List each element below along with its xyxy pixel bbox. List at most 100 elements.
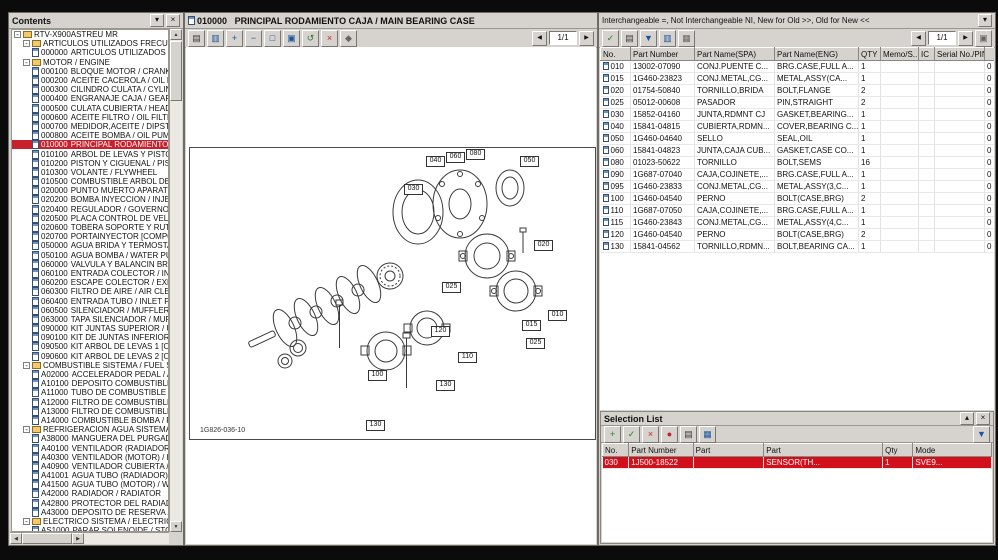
tree-item-A02000[interactable]: A02000ACCELERADOR PEDAL / ACCELE... <box>12 370 168 379</box>
tree-item-A41500[interactable]: A41500AGUA TUBO (MOTOR) / WATER ... <box>12 480 168 489</box>
tree-item-020700[interactable]: 020700PORTAINYECTOR [COMPONENT... <box>12 232 168 241</box>
tree-item-A10100[interactable]: A10100DEPOSITO COMBUSTIBLE / FUE... <box>12 379 168 388</box>
table-row[interactable]: 1101G687-07050CAJA,COJINETE,...BRG.CASE,… <box>601 205 995 217</box>
panel-icon[interactable]: ▣ <box>975 30 992 47</box>
table-row[interactable]: 02001754-50840TORNILLO,BRIDABOLT,FLANGE2… <box>601 85 995 97</box>
callout-025[interactable]: 025 <box>442 282 461 293</box>
table-row[interactable]: 03015852-04160JUNTA,RDMNT CJGASKET,BEARI… <box>601 109 995 121</box>
tree-item-050100[interactable]: 050100AGUA BOMBA / WATER PUMP <box>12 251 168 260</box>
tree-item-A38000[interactable]: A38000MANGUERA DEL PURGADOR DE... <box>12 434 168 443</box>
contents-horizontal-scrollbar[interactable]: ◀ ▶ <box>10 532 169 544</box>
tree-item-020000[interactable]: 020000PUNTO MUERTO APARATO / IDL... <box>12 186 168 195</box>
chevron-down-icon[interactable]: ▾ <box>150 14 164 27</box>
tree-item-000600[interactable]: 000600ACEITE FILTRO / OIL FILTER <box>12 113 168 122</box>
tree-item-motor-engine[interactable]: -MOTOR / ENGINE <box>12 58 168 67</box>
column-ic[interactable]: IC <box>919 48 935 61</box>
tree-item-A40300[interactable]: A40300VENTILADOR (MOTOR) / FAN (E... <box>12 453 168 462</box>
filter-icon[interactable]: ▼ <box>973 426 990 443</box>
tree-item-combustible-sistema-fuel[interactable]: -COMBUSTIBLE SISTEMA / FUEL SYSTEM <box>12 361 168 370</box>
column-qty[interactable]: QTY <box>859 48 881 61</box>
collapse-icon[interactable]: - <box>23 40 30 47</box>
table-row[interactable]: 01013002-07090CONJ.PUENTE C...BRG.CASE,F… <box>601 61 995 73</box>
tree-item-060500[interactable]: 060500SILENCIADOR / MUFFLER <box>12 306 168 315</box>
column-part-number[interactable]: Part Number <box>629 444 693 457</box>
delete-icon[interactable]: × <box>321 30 338 47</box>
tree-item-A40100[interactable]: A40100VENTILADOR (RADIADOR) / FAN... <box>12 443 168 452</box>
table-row[interactable]: 1151G460-23843CONJ.METAL,CG...METAL,ASSY… <box>601 217 995 229</box>
tree-item-020200[interactable]: 020200BOMBA INYECCION / INJECTION... <box>12 195 168 204</box>
tree-item-010100[interactable]: 010100ARBOL DE LEVAS Y PISTON / CA... <box>12 149 168 158</box>
export-icon[interactable]: ▥ <box>659 30 676 47</box>
contents-vertical-scrollbar[interactable]: ▲ ▼ <box>169 29 182 532</box>
tree-item-000200[interactable]: 000200ACEITE CACEROLA / OIL PAN <box>12 76 168 85</box>
tree-item-010500[interactable]: 010500COMBUSTIBLE ARBOL DE LEVAS <box>12 177 168 186</box>
tree-item-060400[interactable]: 060400ENTRADA TUBO / INLET PIPE <box>12 296 168 305</box>
table-row[interactable]: 0951G460-23833CONJ.METAL,CG...METAL,ASSY… <box>601 181 995 193</box>
column-no-[interactable]: No. <box>603 444 629 457</box>
tree-item-refrigeracion-agua-siste[interactable]: -REFRIGERACION AGUA SISTEMA / COOLING W.… <box>12 425 168 434</box>
tree-item-060000[interactable]: 060000VALVULA Y BALANCIN BRAZO / ... <box>12 260 168 269</box>
tree-item-A12000[interactable]: A12000FILTRO DE COMBUSTIBLE / FUE... <box>12 398 168 407</box>
tree-item-000000[interactable]: 000000ARTICULOS UTILIZADOS FRECU... <box>12 48 168 57</box>
tree-item-000800[interactable]: 000800ACEITE BOMBA / OIL PUMP <box>12 131 168 140</box>
column-no-[interactable]: No. <box>601 48 631 61</box>
tree-item-000300[interactable]: 000300CILINDRO CULATA / CYLINDER H... <box>12 85 168 94</box>
save-icon[interactable]: ▦ <box>699 426 716 443</box>
column-serial-no-pin[interactable]: Serial No./PIN <box>935 48 985 61</box>
zoom-area-icon[interactable]: ▣ <box>283 30 300 47</box>
scroll-right-icon[interactable]: ▶ <box>72 533 84 544</box>
tree-item-A13000[interactable]: A13000FILTRO DE COMBUSTIBLE [COM... <box>12 407 168 416</box>
column-qty[interactable]: Qty <box>883 444 913 457</box>
column-part-number[interactable]: Part Number <box>631 48 695 61</box>
callout-110[interactable]: 110 <box>458 352 477 363</box>
close-icon[interactable]: × <box>166 14 180 27</box>
callout-030[interactable]: 030 <box>404 184 423 195</box>
zoom-fit-icon[interactable]: □ <box>264 30 281 47</box>
table-row[interactable]: 0501G460-04640SELLOSEAL,OIL10 <box>601 133 995 145</box>
table-row[interactable]: 0901G687-07040CAJA,COJINETE,...BRG.CASE,… <box>601 169 995 181</box>
table-row[interactable]: 04015841-04815CUBIERTA,RDMN...COVER,BEAR… <box>601 121 995 133</box>
pin-icon[interactable]: ▴ <box>960 412 974 425</box>
tree-item-rtv-x900astreu-mr[interactable]: -RTV-X900ASTREU MR <box>12 30 168 39</box>
column-mode[interactable]: Mode <box>913 444 992 457</box>
tree-item-063000[interactable]: 063000TAPA SILENCIADOR / MUFFLER ... <box>12 315 168 324</box>
column-part-name-eng-[interactable]: Part Name(ENG) <box>775 48 859 61</box>
callout-120[interactable]: 120 <box>431 326 450 337</box>
callout-060[interactable]: 060 <box>446 152 465 163</box>
prev-page-icon[interactable]: ◀ <box>532 31 547 46</box>
collapse-icon[interactable]: - <box>23 518 30 525</box>
prev-page-icon[interactable]: ◀ <box>911 31 926 46</box>
callout-010[interactable]: 010 <box>548 310 567 321</box>
print-icon[interactable]: ▤ <box>680 426 697 443</box>
callout-025[interactable]: 025 <box>526 338 545 349</box>
tree-item-020500[interactable]: 020500PLACA CONTROL DE VELOCIDA... <box>12 214 168 223</box>
callout-100[interactable]: 100 <box>368 370 387 381</box>
tree-item-000100[interactable]: 000100BLOQUE MOTOR / CRANKCASE <box>12 67 168 76</box>
zoom-out-icon[interactable]: − <box>245 30 262 47</box>
table-row[interactable]: 1201G460-04540PERNOBOLT(CASE,BRG)20 <box>601 229 995 241</box>
tree-item-060300[interactable]: 060300FILTRO DE AIRE / AIR CLEANER <box>12 287 168 296</box>
column-part-name-spa-[interactable]: Part Name(SPA) <box>695 48 775 61</box>
callout-040[interactable]: 040 <box>426 156 445 167</box>
tree-item-010000[interactable]: 010000PRINCIPAL RODAMIENTO CAJA <box>12 140 168 149</box>
tree-item-090500[interactable]: 090500KIT ARBOL DE LEVAS 1 [OPCIO... <box>12 342 168 351</box>
diagram-canvas[interactable]: 1G826-036-10 040060080050030020025010015… <box>186 47 596 544</box>
tree-item-A41001[interactable]: A41001AGUA TUBO (RADIADOR) / WAT... <box>12 471 168 480</box>
tree-item-A42000[interactable]: A42000RADIADOR / RADIATOR <box>12 489 168 498</box>
tree-item-A43000[interactable]: A43000DEPOSITO DE RESERVA / RESE... <box>12 508 168 517</box>
scroll-left-icon[interactable]: ◀ <box>10 533 22 544</box>
callout-020[interactable]: 020 <box>534 240 553 251</box>
column-part[interactable]: Part <box>764 444 883 457</box>
scroll-down-icon[interactable]: ▼ <box>170 521 182 532</box>
table-row[interactable]: 0151G460-23823CONJ.METAL,CG...METAL,ASSY… <box>601 73 995 85</box>
tree-item-060200[interactable]: 060200ESCAPE COLECTOR / EXHAUST ... <box>12 278 168 287</box>
column-part[interactable]: Part <box>693 444 764 457</box>
stop-icon[interactable]: ● <box>661 426 678 443</box>
tree-item-A11000[interactable]: A11000TUBO DE COMBUSTIBLE / FUEL... <box>12 388 168 397</box>
callout-015[interactable]: 015 <box>522 320 541 331</box>
callout-050[interactable]: 050 <box>520 156 539 167</box>
collapse-icon[interactable]: - <box>23 59 30 66</box>
table-row[interactable]: 02505012-00608PASADORPIN,STRAIGHT20 <box>601 97 995 109</box>
tree-item-000500[interactable]: 000500CULATA CUBIERTA / HEAD COVE... <box>12 104 168 113</box>
tree-item-020600[interactable]: 020600TOBERA SOPORTE Y RUTA DE C... <box>12 223 168 232</box>
